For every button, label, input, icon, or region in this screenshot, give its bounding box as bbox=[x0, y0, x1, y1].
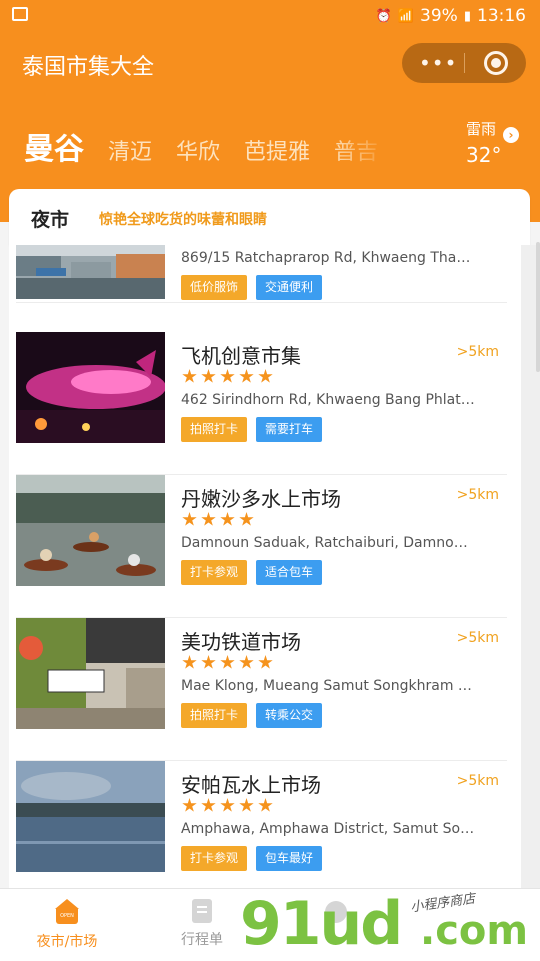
tab-chiang-mai[interactable]: 清迈 bbox=[108, 134, 152, 166]
itinerary-icon bbox=[192, 899, 212, 923]
star-icon bbox=[182, 655, 197, 669]
image-notification-icon bbox=[12, 7, 28, 21]
market-address: Amphawa, Amphawa District, Samut So… bbox=[181, 821, 475, 837]
tag: 需要打车 bbox=[256, 417, 323, 442]
weather-condition: 雷雨 bbox=[466, 120, 497, 138]
star-icon bbox=[239, 512, 254, 526]
clock: 13:16 bbox=[477, 6, 526, 26]
star-icon bbox=[182, 798, 197, 812]
status-bar: ⏰ 📶 39% ▮ 13:16 bbox=[0, 0, 540, 32]
star-icon bbox=[201, 655, 216, 669]
market-distance: >5km bbox=[456, 773, 499, 789]
scrollbar[interactable] bbox=[536, 242, 540, 372]
market-tags: 低价服饰 交通便利 bbox=[181, 275, 323, 300]
market-thumbnail bbox=[16, 475, 165, 586]
market-address: 869/15 Ratchaprarop Rd, Khwaeng Tha… bbox=[181, 250, 471, 266]
market-address: Mae Klong, Mueang Samut Songkhram … bbox=[181, 678, 472, 694]
star-icon bbox=[220, 655, 235, 669]
market-distance: >5km bbox=[456, 630, 499, 646]
star-icon bbox=[201, 512, 216, 526]
tab-third[interactable] bbox=[276, 899, 396, 929]
market-address: 462 Sirindhorn Rd, Khwaeng Bang Phlat… bbox=[181, 392, 475, 408]
rating-stars bbox=[182, 512, 254, 527]
market-tags: 拍照打卡 需要打车 bbox=[181, 417, 323, 442]
tab-night-market[interactable]: OPEN 夜市/市场 bbox=[7, 899, 127, 951]
market-name: 安帕瓦水上市场 bbox=[181, 773, 321, 797]
tab-pattaya[interactable]: 芭提雅 bbox=[244, 134, 310, 166]
open-shop-icon: OPEN bbox=[54, 899, 80, 925]
divider bbox=[16, 302, 507, 303]
miniprogram-capsule: ••• bbox=[402, 43, 526, 83]
tab-itinerary[interactable]: 行程单 bbox=[142, 899, 262, 949]
tag: 打卡参观 bbox=[181, 560, 248, 585]
market-tags: 拍照打卡 转乘公交 bbox=[181, 703, 323, 728]
market-name: 美功铁道市场 bbox=[181, 630, 301, 654]
market-name: 飞机创意市集 bbox=[181, 344, 301, 368]
tag: 包车最好 bbox=[256, 846, 323, 871]
market-distance: >5km bbox=[456, 344, 499, 360]
tag: 打卡参观 bbox=[181, 846, 248, 871]
star-icon bbox=[239, 369, 254, 383]
more-menu-icon[interactable]: ••• bbox=[419, 51, 457, 75]
market-tags: 打卡参观 适合包车 bbox=[181, 560, 323, 585]
star-icon bbox=[220, 512, 235, 526]
rating-stars bbox=[182, 798, 273, 813]
star-icon bbox=[239, 798, 254, 812]
list-item[interactable]: 安帕瓦水上市场 >5km Amphawa, Amphawa District, … bbox=[9, 761, 521, 888]
list-item[interactable]: 飞机创意市集 >5km 462 Sirindhorn Rd, Khwaeng B… bbox=[9, 332, 521, 475]
star-icon bbox=[201, 798, 216, 812]
market-thumbnail bbox=[16, 761, 165, 872]
chevron-right-icon[interactable]: › bbox=[503, 127, 519, 143]
generic-icon bbox=[325, 901, 347, 923]
list-item[interactable]: 美功铁道市场 >5km Mae Klong, Mueang Samut Song… bbox=[9, 618, 521, 761]
capsule-divider bbox=[464, 53, 465, 73]
tag: 适合包车 bbox=[256, 560, 323, 585]
category-subtitle: 惊艳全球吃货的味蕾和眼睛 bbox=[99, 212, 267, 228]
status-icons: ⏰ 📶 39% ▮ 13:16 bbox=[376, 6, 526, 26]
tag: 交通便利 bbox=[256, 275, 323, 300]
list-item[interactable]: 丹嫩沙多水上市场 >5km Damnoun Saduak, Ratchaibur… bbox=[9, 475, 521, 618]
battery-icon: ▮ bbox=[463, 8, 471, 24]
tag: 转乘公交 bbox=[256, 703, 323, 728]
rating-stars bbox=[182, 655, 273, 670]
star-icon bbox=[258, 369, 273, 383]
market-tags: 打卡参观 包车最好 bbox=[181, 846, 323, 871]
tag: 拍照打卡 bbox=[181, 417, 248, 442]
category-header: 夜市 惊艳全球吃货的味蕾和眼睛 bbox=[9, 189, 530, 245]
close-miniprogram-icon[interactable] bbox=[484, 51, 508, 75]
city-tabs: 曼谷 清迈 华欣 芭提雅 普吉 bbox=[24, 124, 378, 168]
market-distance: >5km bbox=[456, 487, 499, 503]
market-list: 869/15 Ratchaprarop Rd, Khwaeng Tha… 低价服… bbox=[9, 245, 521, 888]
page-title: 泰国市集大全 bbox=[22, 55, 155, 80]
star-icon bbox=[220, 369, 235, 383]
star-icon bbox=[258, 655, 273, 669]
tag: 低价服饰 bbox=[181, 275, 248, 300]
star-icon bbox=[258, 798, 273, 812]
category-title: 夜市 bbox=[31, 209, 70, 231]
market-thumbnail bbox=[16, 245, 165, 299]
weather-temperature: 32° bbox=[466, 143, 502, 167]
tab-hua-hin[interactable]: 华欣 bbox=[176, 134, 220, 166]
star-icon bbox=[201, 369, 216, 383]
star-icon bbox=[182, 512, 197, 526]
market-thumbnail bbox=[16, 618, 165, 729]
tag: 拍照打卡 bbox=[181, 703, 248, 728]
tab-label: 行程单 bbox=[181, 932, 223, 948]
market-address: Damnoun Saduak, Ratchaiburi, Damno… bbox=[181, 535, 468, 551]
star-icon bbox=[239, 655, 254, 669]
tab-label: 夜市/市场 bbox=[36, 934, 98, 950]
tab-bangkok[interactable]: 曼谷 bbox=[24, 124, 84, 168]
market-name: 丹嫩沙多水上市场 bbox=[181, 487, 341, 511]
alarm-icon: ⏰ bbox=[375, 8, 392, 24]
tabs-fade bbox=[330, 122, 390, 162]
star-icon bbox=[220, 798, 235, 812]
star-icon bbox=[182, 369, 197, 383]
weather-widget[interactable]: 雷雨 32° bbox=[466, 118, 501, 167]
market-thumbnail bbox=[16, 332, 165, 443]
bottom-tab-bar: OPEN 夜市/市场 行程单 bbox=[0, 888, 540, 961]
battery-level: 39% bbox=[420, 6, 458, 26]
wifi-icon: 📶 bbox=[397, 8, 415, 24]
rating-stars bbox=[182, 369, 273, 384]
